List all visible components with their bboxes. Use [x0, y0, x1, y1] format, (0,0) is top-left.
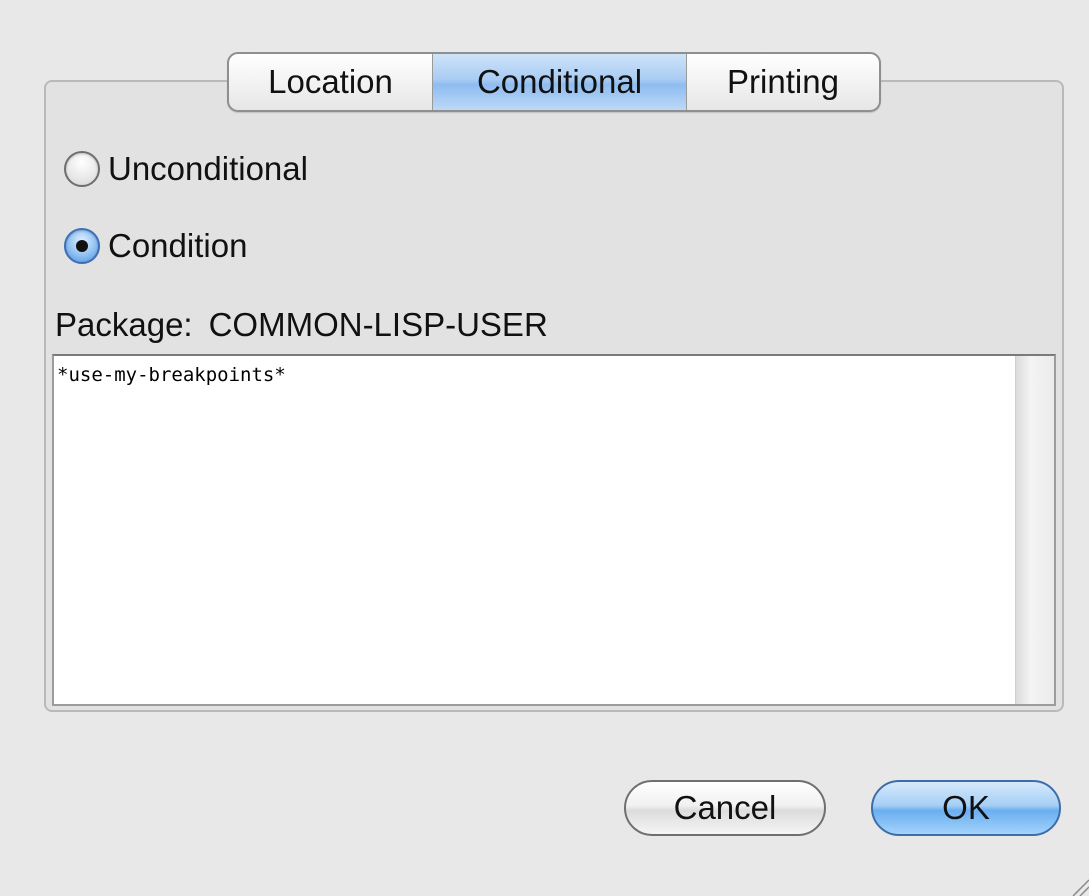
- ok-button[interactable]: OK: [871, 780, 1061, 836]
- cancel-button[interactable]: Cancel: [624, 780, 826, 836]
- tab-conditional[interactable]: Conditional: [432, 54, 686, 110]
- resize-grip-icon[interactable]: [1065, 872, 1089, 896]
- condition-radio-label: Condition: [108, 227, 248, 264]
- tab-bar: Location Conditional Printing: [227, 52, 881, 112]
- package-value: COMMON-LISP-USER: [208, 306, 548, 343]
- tab-printing[interactable]: Printing: [686, 54, 879, 110]
- condition-text: *use-my-breakpoints*: [57, 364, 286, 386]
- radio-unselected-icon[interactable]: [64, 151, 100, 187]
- condition-text-area[interactable]: *use-my-breakpoints*: [52, 354, 1056, 706]
- tab-location[interactable]: Location: [229, 54, 432, 110]
- condition-radio[interactable]: Condition: [64, 227, 247, 265]
- vertical-scrollbar[interactable]: [1015, 356, 1054, 704]
- unconditional-radio-label: Unconditional: [108, 150, 308, 187]
- unconditional-radio[interactable]: Unconditional: [64, 150, 308, 188]
- breakpoint-dialog: Location Conditional Printing Unconditio…: [0, 0, 1089, 896]
- package-label: Package:: [55, 306, 193, 343]
- package-row: Package: COMMON-LISP-USER: [55, 306, 548, 344]
- radio-selected-icon[interactable]: [64, 228, 100, 264]
- radio-dot-icon: [76, 240, 88, 252]
